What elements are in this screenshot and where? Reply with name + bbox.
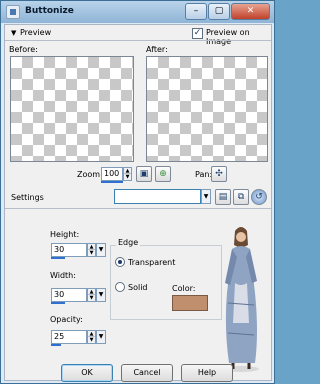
opacity-label: Opacity:: [50, 315, 83, 324]
opacity-spinner[interactable]: ▲ ▼: [87, 330, 96, 344]
window-title: Buttonize: [25, 6, 74, 16]
after-preview[interactable]: [146, 56, 268, 162]
chevron-down-icon[interactable]: ▼: [96, 288, 106, 302]
preview-section-label[interactable]: Preview: [20, 28, 51, 37]
preview-on-image-checkbox[interactable]: ✓: [192, 28, 203, 39]
divider: [5, 208, 271, 209]
color-label: Color:: [172, 284, 196, 293]
color-swatch[interactable]: [172, 295, 208, 311]
manage-presets-icon[interactable]: ⧉: [233, 189, 249, 205]
title-bar[interactable]: Buttonize – ▢ ✕: [1, 1, 274, 23]
minimize-button[interactable]: –: [185, 3, 207, 20]
opacity-input[interactable]: 25: [51, 330, 87, 344]
height-slider[interactable]: [51, 257, 65, 259]
height-spinner[interactable]: ▲ ▼: [87, 243, 96, 257]
before-label: Before:: [9, 45, 38, 54]
app-icon: [6, 5, 20, 19]
width-label: Width:: [50, 271, 76, 280]
zoom-label: Zoom:: [77, 170, 103, 179]
save-icon[interactable]: ▤: [215, 189, 231, 205]
height-label: Height:: [50, 230, 80, 239]
chevron-down-icon[interactable]: ▼: [96, 330, 106, 344]
figure-illustration: [223, 227, 259, 372]
after-label: After:: [146, 45, 168, 54]
height-input[interactable]: 30: [51, 243, 87, 257]
pan-label: Pan:: [195, 170, 213, 179]
cancel-button[interactable]: Cancel: [121, 364, 173, 382]
edge-group-label: Edge: [116, 238, 141, 247]
settings-label: Settings: [11, 193, 44, 202]
close-button[interactable]: ✕: [231, 3, 270, 20]
preview-on-image-label: Preview on Image: [206, 28, 250, 46]
transparent-label: Transparent: [128, 258, 176, 267]
width-input[interactable]: 30: [51, 288, 87, 302]
zoom-input[interactable]: 100: [101, 167, 123, 181]
pan-icon[interactable]: ✣: [211, 166, 227, 182]
chevron-down-icon[interactable]: ▼: [96, 243, 106, 257]
dialog-body: ▼ Preview ✓ Preview on Image Before: Aft…: [4, 24, 272, 382]
preset-select[interactable]: [114, 189, 201, 204]
divider: [5, 40, 271, 41]
reset-icon[interactable]: ↺: [251, 189, 267, 205]
transparent-radio[interactable]: [115, 257, 125, 267]
help-button[interactable]: Help: [181, 364, 233, 382]
zoom-slider[interactable]: [101, 181, 123, 183]
solid-label: Solid: [128, 283, 148, 292]
zoom-icon[interactable]: ⊕: [155, 166, 171, 182]
maximize-button[interactable]: ▢: [208, 3, 230, 20]
width-spinner[interactable]: ▲ ▼: [87, 288, 96, 302]
chevron-down-icon[interactable]: ▼: [201, 189, 211, 204]
fit-window-icon[interactable]: ▣: [136, 166, 152, 182]
buttonize-dialog: Buttonize – ▢ ✕ ▼ Preview ✓ Preview on I…: [0, 0, 275, 384]
width-slider[interactable]: [51, 302, 65, 304]
opacity-slider[interactable]: [51, 344, 61, 346]
solid-radio[interactable]: [115, 282, 125, 292]
ok-button[interactable]: OK: [61, 364, 113, 382]
zoom-spinner[interactable]: ▲ ▼: [123, 167, 132, 181]
triangle-down-icon[interactable]: ▼: [11, 29, 16, 37]
before-preview[interactable]: [10, 56, 134, 162]
